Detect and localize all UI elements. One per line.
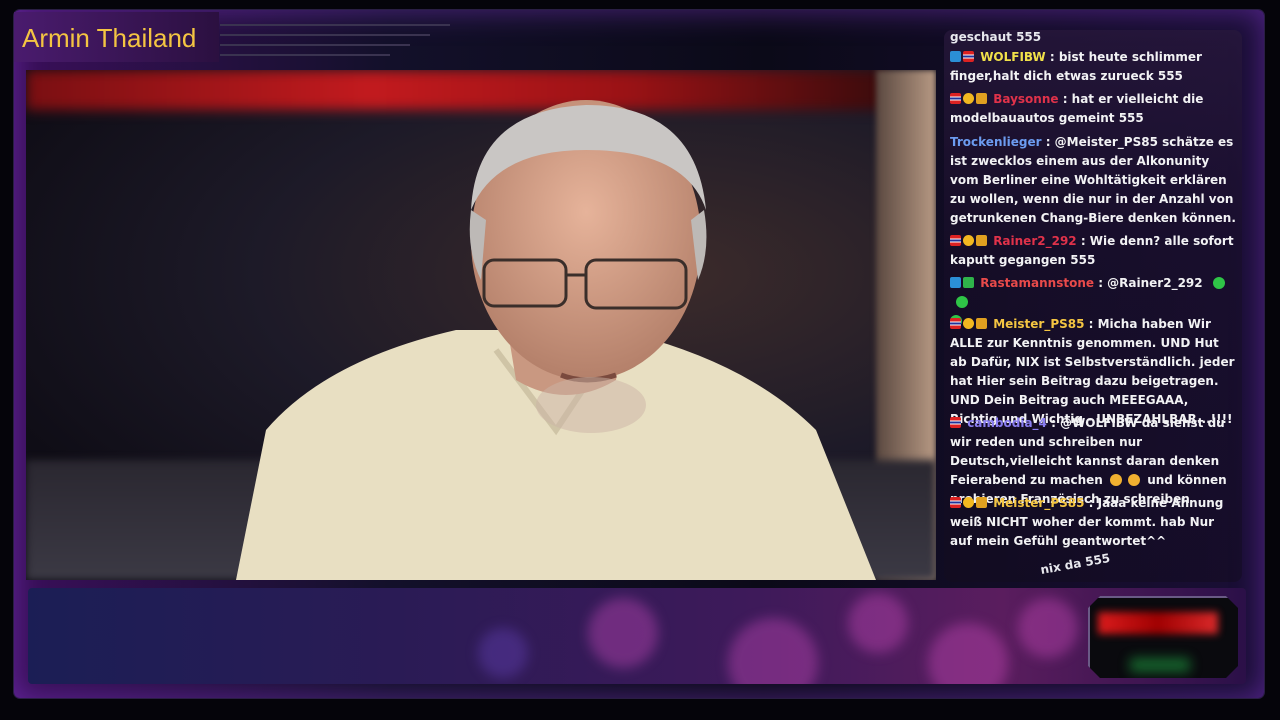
chat-message: Trockenlieger : @Meister_PS85 schätze es… xyxy=(950,133,1238,228)
thailand-flag-icon xyxy=(950,318,961,329)
chat-message: Baysonne : hat er vielleicht die modelba… xyxy=(950,90,1238,128)
chat-message: WOLFIBW : bist heute schlimmer finger,ha… xyxy=(950,48,1238,86)
chat-username[interactable]: Rastamannstone xyxy=(980,276,1094,290)
streamer-figure xyxy=(236,100,876,580)
chat-username[interactable]: Rainer2_292 xyxy=(993,234,1076,248)
chat-username[interactable]: cambodia_4 xyxy=(967,416,1047,430)
chat-text: : hat er vielleicht die modelbauautos ge… xyxy=(950,92,1204,125)
crown-icon xyxy=(976,93,987,104)
webcam-video xyxy=(26,70,936,580)
decorative-line xyxy=(220,24,450,26)
chat-partial-message: nix da 555 xyxy=(1039,550,1112,578)
chat-username[interactable]: Baysonne xyxy=(993,92,1058,106)
secondary-camera-box xyxy=(1088,596,1238,678)
crown-icon xyxy=(976,235,987,246)
channel-title: Armin Thailand xyxy=(14,12,219,62)
emote-icon xyxy=(956,296,968,308)
chat-partial-message: geschaut 555 xyxy=(950,30,1042,44)
thailand-flag-icon xyxy=(950,93,961,104)
chat-username[interactable]: Trockenlieger xyxy=(950,135,1042,149)
decorative-line xyxy=(220,44,410,46)
bottom-banner xyxy=(28,588,1246,684)
badge-icon xyxy=(963,318,974,329)
chat-text: : Jaaa keine Ahnung weiß NICHT woher der… xyxy=(950,496,1224,548)
emote-icon xyxy=(1212,277,1225,289)
badge-icon xyxy=(963,93,974,104)
thailand-flag-icon xyxy=(950,497,961,508)
emote-icon xyxy=(1110,474,1122,486)
chat-text: : @Rainer2_292 xyxy=(1098,276,1203,290)
crown-icon xyxy=(976,318,987,329)
thailand-flag-icon xyxy=(963,51,974,62)
chat-username[interactable]: WOLFIBW xyxy=(980,50,1045,64)
badge-icon xyxy=(950,277,961,288)
badge-icon xyxy=(963,277,974,288)
chat-message: Meister_PS85 : Jaaa keine Ahnung weiß NI… xyxy=(950,494,1238,551)
chat-username[interactable]: Meister_PS85 xyxy=(993,317,1084,331)
badge-icon xyxy=(950,51,961,62)
chat-username[interactable]: Meister_PS85 xyxy=(993,496,1084,510)
badge-icon xyxy=(963,235,974,246)
thailand-flag-icon xyxy=(950,417,961,428)
thailand-flag-icon xyxy=(950,235,961,246)
crown-icon xyxy=(976,497,987,508)
chat-panel[interactable]: geschaut 555 WOLFIBW : bist heute schlim… xyxy=(944,30,1242,582)
chat-message: Rainer2_292 : Wie denn? alle sofort kapu… xyxy=(950,232,1238,270)
chat-message: Meister_PS85 : Micha haben Wir ALLE zur … xyxy=(950,315,1238,429)
chat-text: : Micha haben Wir ALLE zur Kenntnis geno… xyxy=(950,317,1235,426)
decorative-line xyxy=(220,54,390,56)
badge-icon xyxy=(963,497,974,508)
decorative-line xyxy=(220,34,430,36)
emote-icon xyxy=(1128,474,1140,486)
